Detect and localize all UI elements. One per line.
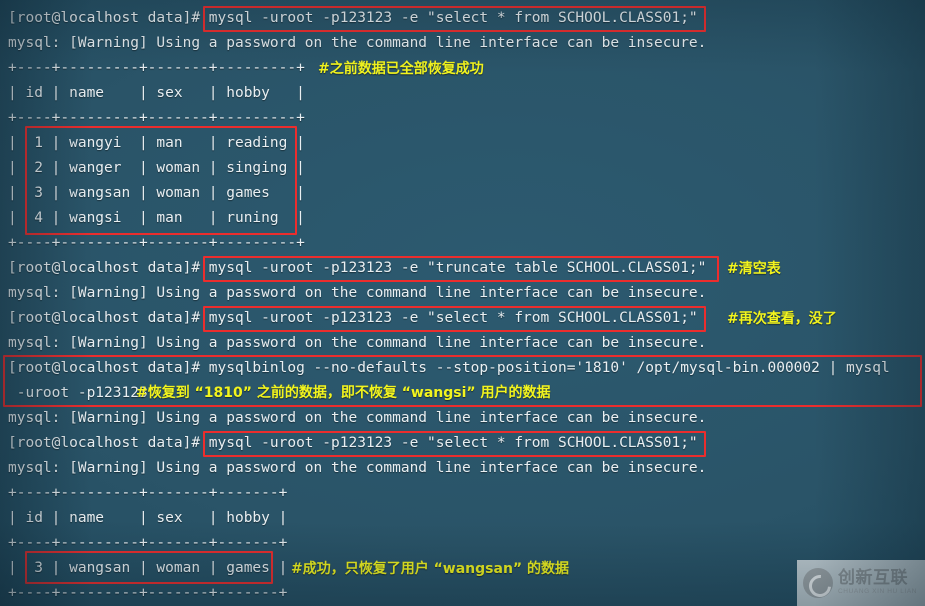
annotation-text: #清空表 bbox=[727, 261, 781, 277]
terminal-line: | 4 | wangsi | man | runing | bbox=[8, 210, 305, 226]
annotation-text: #成功，只恢复了用户 “wangsan” 的数据 bbox=[291, 561, 569, 577]
terminal-line: | 3 | wangsan | woman | games | bbox=[8, 185, 305, 201]
terminal-line: | id | name | sex | hobby | bbox=[8, 510, 288, 526]
terminal-line: | 2 | wanger | woman | singing | bbox=[8, 160, 305, 176]
terminal-line: +----+---------+-------+---------+ bbox=[8, 110, 305, 126]
terminal-line: mysql: [Warning] Using a password on the… bbox=[8, 460, 707, 476]
terminal-line: | 1 | wangyi | man | reading | bbox=[8, 135, 305, 151]
terminal-line: [root@localhost data]# mysql -uroot -p12… bbox=[8, 260, 707, 276]
watermark-text: 创新互联 CHUANG XIN HU LIAN bbox=[838, 570, 917, 596]
terminal-line: [root@localhost data]# mysql -uroot -p12… bbox=[8, 10, 698, 26]
terminal-line: [root@localhost data]# mysql -uroot -p12… bbox=[8, 310, 698, 326]
terminal-line: -uroot -p123123 bbox=[8, 385, 148, 401]
watermark-en: CHUANG XIN HU LIAN bbox=[838, 588, 918, 596]
watermark-cn: 创新互联 bbox=[838, 568, 908, 589]
terminal-line: [root@localhost data]# mysqlbinlog --no-… bbox=[8, 360, 890, 376]
terminal-line: mysql: [Warning] Using a password on the… bbox=[8, 335, 707, 351]
terminal-line: +----+---------+-------+-------+ bbox=[8, 485, 288, 501]
annotation-text: #再次查看，没了 bbox=[727, 311, 837, 327]
terminal-line: mysql: [Warning] Using a password on the… bbox=[8, 35, 707, 51]
terminal-line: +----+---------+-------+---------+ bbox=[8, 60, 305, 76]
annotation-text: #之前数据已全部恢复成功 bbox=[318, 61, 484, 77]
terminal-line: [root@localhost data]# mysql -uroot -p12… bbox=[8, 435, 698, 451]
terminal-line: +----+---------+-------+-------+ bbox=[8, 585, 288, 601]
terminal-line: +----+---------+-------+---------+ bbox=[8, 235, 305, 251]
terminal-line: +----+---------+-------+-------+ bbox=[8, 535, 288, 551]
watermark: 创新互联 CHUANG XIN HU LIAN bbox=[797, 560, 925, 606]
swoosh-logo-icon bbox=[803, 568, 833, 598]
annotation-text: #恢复到 “1810” 之前的数据，即不恢复 “wangsi” 用户的数据 bbox=[136, 385, 551, 401]
terminal-line: | 3 | wangsan | woman | games | bbox=[8, 560, 288, 576]
terminal-screen[interactable]: [root@localhost data]# mysql -uroot -p12… bbox=[0, 0, 925, 606]
terminal-line: | id | name | sex | hobby | bbox=[8, 85, 305, 101]
terminal-line: mysql: [Warning] Using a password on the… bbox=[8, 410, 707, 426]
terminal-line: mysql: [Warning] Using a password on the… bbox=[8, 285, 707, 301]
